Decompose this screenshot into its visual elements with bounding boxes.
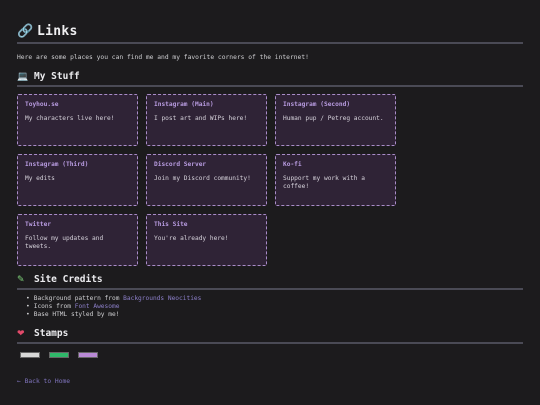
link-card-this-site[interactable]: This Site You're already here! [146,214,267,266]
card-title[interactable]: Discord Server [154,161,259,168]
card-title[interactable]: Toyhou.se [25,101,130,108]
link-card-toyhouse[interactable]: Toyhou.se My characters live here! [17,94,138,146]
stamp-image[interactable] [78,352,98,358]
card-title[interactable]: Twitter [25,221,130,228]
card-description: My edits [25,175,55,182]
section-heading-text: Site Credits [34,274,103,285]
card-description: I post art and WIPs here! [154,115,248,122]
card-title[interactable]: Instagram (Main) [154,101,259,108]
credits-list: Background pattern from Backgrounds Neoc… [26,295,202,319]
stamp-image[interactable] [49,352,69,358]
section-heading-site-credits: ✎ Site Credits [17,274,523,290]
link-cards-grid: Toyhou.se My characters live here! Insta… [17,94,397,266]
paintbrush-icon: ✎ [17,275,25,285]
card-description: Follow my updates and tweets. [25,235,104,250]
section-heading-text: My Stuff [34,71,80,82]
link-card-kofi[interactable]: Ko-fi Support my work with a coffee! [275,154,396,206]
page: 🔗 Links Here are some places you can find… [0,0,540,405]
back-to-home-link[interactable]: ← Back to Home [17,378,70,385]
card-title[interactable]: Instagram (Second) [283,101,388,108]
credit-item: Icons from Font Awesome [26,303,201,311]
credit-item: Background pattern from Backgrounds Neoc… [26,295,202,303]
section-heading-text: Stamps [34,328,69,339]
intro-text: Here are some places you can find me and… [17,54,309,61]
link-card-instagram-third[interactable]: Instagram (Third) My edits [17,154,138,206]
link-card-instagram-main[interactable]: Instagram (Main) I post art and WIPs her… [146,94,267,146]
credit-item: Base HTML styled by me! [26,311,201,319]
stamp-image[interactable] [20,352,40,358]
link-card-twitter[interactable]: Twitter Follow my updates and tweets. [17,214,138,266]
card-title[interactable]: Ko-fi [283,161,388,168]
card-title[interactable]: Instagram (Third) [25,161,130,168]
page-title: 🔗 Links [17,24,523,44]
card-description: Human pup / Petreg account. [283,115,384,122]
card-description: Support my work with a coffee! [283,175,365,190]
page-title-text: Links [37,24,78,39]
credit-link-backgrounds[interactable]: Backgrounds Neocities [123,295,201,302]
link-card-instagram-second[interactable]: Instagram (Second) Human pup / Petreg ac… [275,94,396,146]
laptop-icon: 💻 [17,72,29,82]
card-description: You're already here! [154,235,229,242]
card-description: Join my Discord community! [154,175,251,182]
card-description: My characters live here! [25,115,115,122]
link-card-discord[interactable]: Discord Server Join my Discord community… [146,154,267,206]
credit-link-font-awesome[interactable]: Font Awesome [75,303,120,310]
heart-icon: ❤ [17,329,25,339]
section-heading-stamps: ❤ Stamps [17,328,523,344]
link-icon: 🔗 [17,24,34,39]
card-title[interactable]: This Site [154,221,259,228]
stamps-row [20,352,98,358]
section-heading-my-stuff: 💻 My Stuff [17,71,523,87]
